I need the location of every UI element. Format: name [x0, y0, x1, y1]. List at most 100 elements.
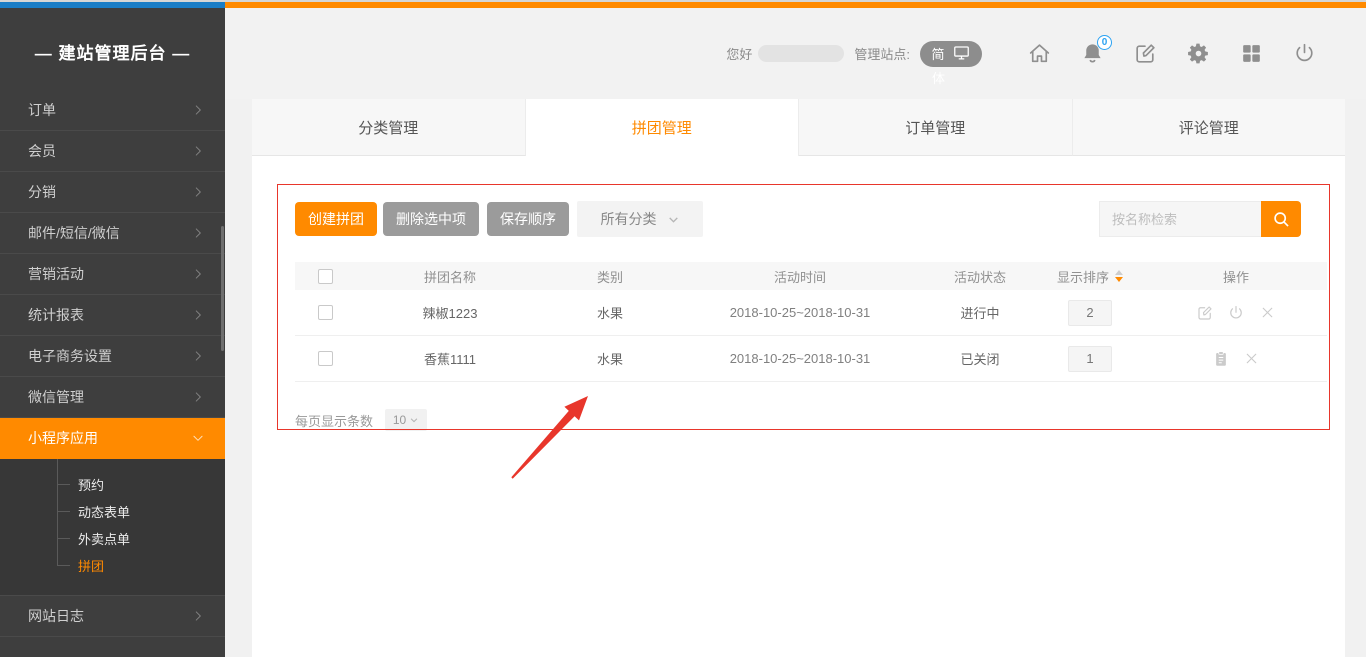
sidebar-item-label: 订单: [28, 103, 56, 120]
search-input[interactable]: [1099, 201, 1261, 237]
display-order-cell: 1: [1035, 346, 1145, 372]
chevron-down-icon: [409, 415, 419, 425]
close-icon[interactable]: [1243, 350, 1261, 368]
column-header-label: 类别: [597, 267, 623, 286]
chevron-right-icon: [191, 390, 205, 404]
per-page-dropdown[interactable]: 10: [385, 409, 427, 431]
checkbox-cell: [295, 351, 355, 366]
row-actions: [1196, 304, 1276, 322]
column-header: 活动时间: [675, 267, 925, 286]
power-icon[interactable]: [1290, 40, 1318, 68]
chevron-right-icon: [191, 103, 205, 117]
site-label: 管理站点:: [854, 44, 910, 63]
table-header-row: 拼团名称 类别 活动时间 活动状态 显示排序 操作: [295, 262, 1327, 290]
delete-selected-button[interactable]: 删除选中项: [383, 202, 479, 236]
sidebar-scrollbar-thumb[interactable]: [221, 226, 224, 351]
group-buy-table: 拼团名称类别活动时间活动状态显示排序操作辣椒1223水果2018-10-25~2…: [295, 262, 1327, 382]
sidebar-submenu: 预约动态表单外卖点单拼团: [0, 459, 225, 596]
sidebar-item[interactable]: 小程序应用: [0, 418, 225, 459]
column-header: 拼团名称: [355, 267, 545, 286]
column-header-label: 操作: [1223, 267, 1249, 286]
sidebar-item-label: 营销活动: [28, 264, 84, 284]
sort-desc-icon: [1115, 277, 1123, 282]
column-header-label: 显示排序: [1057, 267, 1109, 286]
bell-icon[interactable]: 0: [1078, 40, 1106, 68]
edit-icon[interactable]: [1196, 304, 1214, 322]
top-header: 您好 管理站点: 简 体 0: [225, 8, 1366, 99]
language-toggle[interactable]: 简: [920, 41, 982, 67]
column-header: 活动状态: [925, 267, 1035, 286]
tab-active[interactable]: 拼团管理: [526, 99, 800, 156]
select-all-checkbox[interactable]: [318, 269, 333, 284]
sidebar-item-label: 会员: [28, 141, 56, 161]
edit-icon[interactable]: [1131, 40, 1159, 68]
activity-time-cell: 2018-10-25~2018-10-31: [675, 351, 925, 366]
table-row: 辣椒1223水果2018-10-25~2018-10-31进行中2: [295, 290, 1327, 336]
save-order-button[interactable]: 保存顺序: [487, 202, 569, 236]
tab-item[interactable]: 订单管理: [799, 99, 1073, 156]
search-button[interactable]: [1261, 201, 1301, 237]
row-actions: [1212, 350, 1261, 368]
create-group-button[interactable]: 创建拼团: [295, 202, 377, 236]
chevron-right-icon: [191, 144, 205, 158]
column-header-label: 活动状态: [954, 267, 1006, 286]
sidebar-subitem[interactable]: 外卖点单: [0, 525, 225, 552]
tab-item[interactable]: 评论管理: [1073, 99, 1346, 156]
search-box: [1099, 201, 1301, 237]
close-icon[interactable]: [1258, 304, 1276, 322]
category-cell: 水果: [545, 349, 675, 368]
sidebar-item-label: 微信管理: [28, 387, 84, 407]
display-order-input[interactable]: 2: [1068, 300, 1112, 326]
table-row: 香蕉1111水果2018-10-25~2018-10-31已关闭 1: [295, 336, 1327, 382]
grid-icon[interactable]: [1237, 40, 1265, 68]
sidebar-subitem[interactable]: 预约: [0, 471, 225, 498]
sidebar-item[interactable]: 会员: [0, 131, 225, 172]
clipboard-icon[interactable]: [1212, 350, 1230, 368]
chevron-down-icon: [191, 431, 205, 445]
sort-toggle[interactable]: [1115, 270, 1123, 282]
per-page-control: 每页显示条数 10: [295, 409, 427, 431]
gear-icon[interactable]: [1184, 40, 1212, 68]
sidebar-item-label: 统计报表: [28, 305, 84, 325]
sidebar-subitem[interactable]: 拼团: [0, 552, 225, 579]
per-page-label: 每页显示条数: [295, 411, 373, 430]
greeting-text: 您好: [726, 44, 752, 63]
chevron-right-icon: [191, 349, 205, 363]
row-checkbox[interactable]: [318, 305, 333, 320]
sidebar-item[interactable]: 统计报表: [0, 295, 225, 336]
column-header: 显示排序: [1035, 267, 1145, 286]
display-order-cell: 2: [1035, 300, 1145, 326]
sidebar-item-label: 网站日志: [28, 606, 84, 626]
actions-cell: [1145, 350, 1327, 368]
sidebar-item[interactable]: 营销活动: [0, 254, 225, 295]
chevron-right-icon: [191, 308, 205, 322]
column-header: 类别: [545, 267, 675, 286]
username-redacted: [758, 45, 844, 62]
sidebar-item[interactable]: 网站日志: [0, 596, 225, 637]
row-checkbox[interactable]: [318, 351, 333, 366]
display-order-input[interactable]: 1: [1068, 346, 1112, 372]
sidebar-item[interactable]: 微信管理: [0, 377, 225, 418]
sidebar-item-label: 小程序应用: [28, 428, 98, 448]
tab-item[interactable]: 分类管理: [252, 99, 526, 156]
chevron-right-icon: [191, 609, 205, 623]
admin-page: { "colors": { "accent": "#ff8a00", "anno…: [0, 0, 1366, 657]
sidebar-subitem[interactable]: 动态表单: [0, 498, 225, 525]
chevron-right-icon: [191, 267, 205, 281]
sidebar-item-label: 电子商务设置: [28, 346, 112, 366]
chevron-right-icon: [191, 185, 205, 199]
tab-bar: 分类管理拼团管理订单管理评论管理: [252, 99, 1345, 156]
sidebar-item[interactable]: 订单: [0, 103, 225, 131]
column-header-label: 活动时间: [774, 267, 826, 286]
sidebar-menu: 订单会员分销邮件/短信/微信营销活动统计报表电子商务设置微信管理小程序应用预约动…: [0, 103, 225, 657]
sidebar-item[interactable]: 电子商务设置: [0, 336, 225, 377]
power-icon[interactable]: [1227, 304, 1245, 322]
sidebar-item[interactable]: 分销: [0, 172, 225, 213]
category-cell: 水果: [545, 303, 675, 322]
status-cell: 已关闭: [925, 349, 1035, 368]
category-filter-dropdown[interactable]: 所有分类: [577, 201, 703, 237]
group-name-cell: 香蕉1111: [355, 349, 545, 368]
home-icon[interactable]: [1025, 40, 1053, 68]
status-cell: 进行中: [925, 303, 1035, 322]
sidebar-item[interactable]: 邮件/短信/微信: [0, 213, 225, 254]
